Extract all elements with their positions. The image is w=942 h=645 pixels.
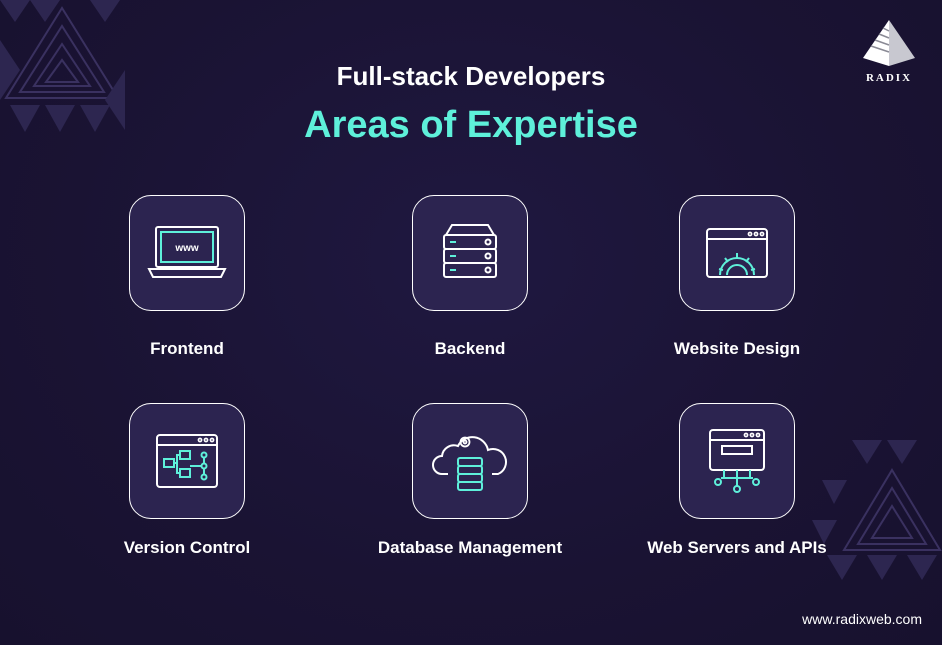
browser-gear-icon: [706, 228, 768, 278]
infographic-canvas: RADIX Full-stack Developers Areas of Exp…: [0, 0, 942, 645]
website-url: www.radixweb.com: [802, 611, 922, 627]
page-subtitle: Areas of Expertise: [304, 104, 638, 146]
expertise-card-website-design: Website Design: [619, 195, 855, 359]
icon-tile: [412, 403, 528, 519]
expertise-label: Database Management: [377, 538, 563, 557]
expertise-label: Backend: [434, 339, 506, 358]
icon-tile: [679, 195, 795, 311]
expertise-card-database-management: Database Management: [352, 403, 588, 558]
icon-tile: [412, 195, 528, 311]
icon-tile: [679, 403, 795, 519]
server-rack-icon: [443, 224, 497, 278]
expertise-card-backend: Backend: [352, 195, 588, 359]
www-text: www: [174, 243, 199, 254]
browser-flowchart-icon: [156, 434, 218, 488]
expertise-label: Web Servers and APIs: [647, 538, 827, 557]
expertise-card-version-control: Version Control: [69, 403, 305, 558]
page-title: Full-stack Developers: [336, 61, 606, 91]
laptop-www-icon: www: [147, 226, 227, 278]
icon-tile: [129, 403, 245, 519]
expertise-card-frontend: www Frontend: [69, 195, 305, 359]
expertise-card-web-servers-apis: Web Servers and APIs: [619, 403, 855, 558]
expertise-label: Website Design: [673, 339, 801, 358]
cloud-database-icon: [432, 436, 507, 491]
expertise-label: Version Control: [123, 538, 251, 557]
icon-tile: www: [129, 195, 245, 311]
browser-api-icon: [709, 429, 765, 493]
expertise-label: Frontend: [150, 339, 224, 358]
